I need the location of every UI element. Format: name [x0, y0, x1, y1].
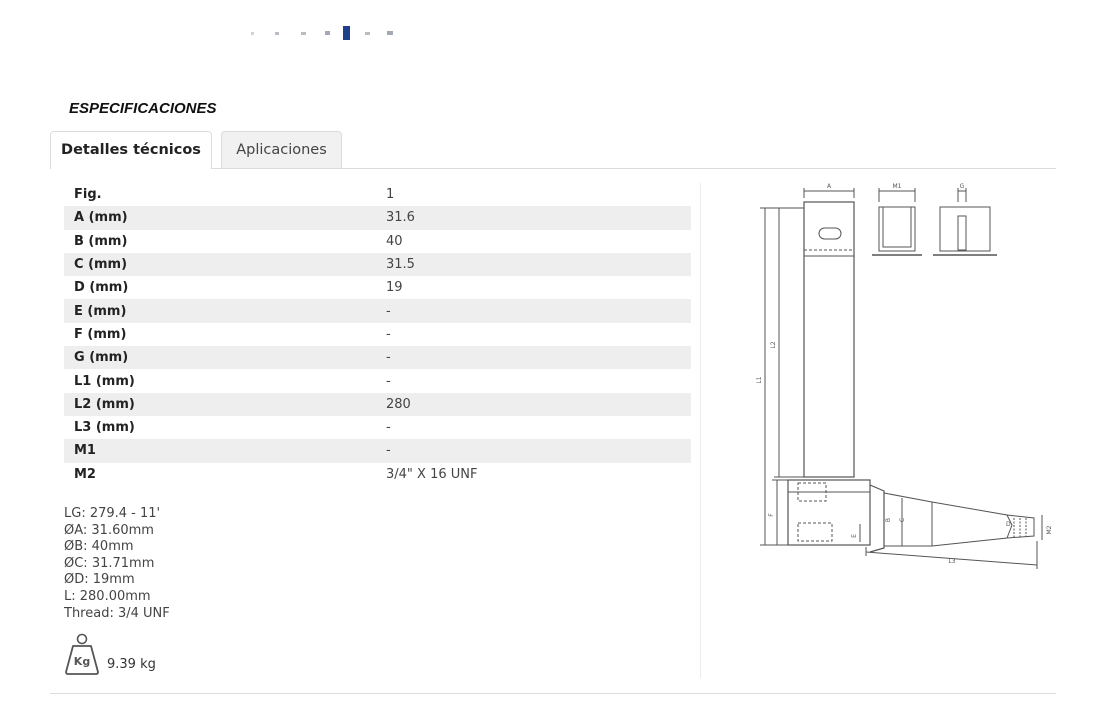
table-row: E (mm) -	[64, 299, 691, 323]
weight-info: Kg 9.39 kg	[64, 632, 184, 678]
dim-label-l1: L1	[756, 376, 763, 383]
spec-key: L3 (mm)	[74, 420, 135, 436]
header-logo-fragment	[251, 26, 393, 40]
weight-kg-icon: Kg	[65, 633, 99, 675]
spec-key: Fig.	[74, 187, 102, 203]
spec-key: G (mm)	[64, 346, 376, 370]
table-row: L1 (mm) -	[64, 369, 691, 392]
tab-detalles-tecnicos[interactable]: Detalles técnicos	[50, 131, 212, 169]
spec-value: -	[386, 373, 391, 389]
dim-label-m2: M2	[1046, 525, 1053, 534]
note-line: Thread: 3/4 UNF	[64, 605, 170, 621]
section-bottom-border	[50, 693, 1056, 694]
table-row: A (mm) 31.6	[64, 206, 691, 230]
spec-value: 3/4" X 16 UNF	[386, 466, 478, 482]
dim-label-l2: L2	[770, 341, 777, 348]
spec-value: 31.6	[376, 206, 691, 230]
spec-key: B (mm)	[74, 233, 128, 249]
spec-notes: LG: 279.4 - 11' ØA: 31.60mm ØB: 40mm ØC:…	[64, 506, 170, 622]
table-row: L2 (mm) 280	[64, 392, 691, 416]
spindle-technical-drawing: A M1 G L1 L2 F B C E D M2 L3	[756, 183, 1053, 569]
spec-value: -	[376, 346, 691, 370]
spec-key: L1 (mm)	[74, 373, 135, 389]
spec-value: 19	[386, 280, 403, 296]
table-row: F (mm) -	[64, 323, 691, 346]
spec-key: E (mm)	[64, 299, 376, 323]
spec-value: 31.5	[376, 252, 691, 277]
spec-value: 40	[386, 233, 403, 249]
table-row: B (mm) 40	[64, 230, 691, 253]
dim-label-g: G	[960, 183, 965, 190]
kg-icon-label: Kg	[74, 655, 90, 668]
tab-aplicaciones[interactable]: Aplicaciones	[221, 131, 342, 168]
table-row: D (mm) 19	[64, 276, 691, 299]
spec-key: M2	[74, 466, 96, 482]
weight-value: 9.39 kg	[107, 657, 156, 672]
table-row: L3 (mm) -	[64, 416, 691, 439]
table-row: Fig. 1	[64, 183, 691, 206]
spec-key: A (mm)	[64, 206, 376, 230]
note-line: L: 280.00mm	[64, 588, 151, 604]
table-row: M2 3/4" X 16 UNF	[64, 463, 691, 486]
spec-table: Fig. 1 A (mm) 31.6 B (mm) 40 C (mm) 31.5 D (…	[64, 183, 691, 486]
dim-label-b: B	[885, 518, 892, 522]
spec-key: M1	[64, 439, 376, 463]
spec-value: -	[386, 420, 391, 436]
spec-key: C (mm)	[64, 252, 376, 277]
spec-key: D (mm)	[74, 280, 129, 296]
spec-value: -	[376, 439, 691, 463]
dim-label-d: D	[1006, 521, 1011, 528]
note-line: LG: 279.4 - 11'	[64, 506, 161, 521]
table-row: G (mm) -	[64, 346, 691, 370]
spec-key: L2 (mm)	[64, 392, 376, 416]
spec-value: -	[386, 326, 391, 342]
dim-label-l3: L3	[948, 558, 955, 565]
dim-label-e: E	[851, 534, 858, 538]
spec-value: -	[376, 299, 691, 323]
table-row: M1-	[64, 439, 691, 463]
dim-label-a: A	[827, 183, 832, 190]
note-line: ØA: 31.60mm	[64, 522, 154, 538]
table-row: C (mm) 31.5	[64, 252, 691, 277]
dim-label-m1: M1	[893, 183, 902, 190]
note-line: ØD: 19mm	[64, 572, 135, 588]
spec-value: 280	[376, 392, 691, 416]
section-title: ESPECIFICACIONES	[69, 100, 217, 117]
spec-key: F (mm)	[74, 326, 127, 342]
dim-label-f: F	[768, 513, 775, 517]
note-line: ØC: 31.71mm	[64, 555, 155, 571]
dim-label-c: C	[899, 518, 906, 522]
spec-tabs: Detalles técnicos Aplicaciones	[50, 131, 1056, 169]
note-line: ØB: 40mm	[64, 539, 134, 555]
spec-value: 1	[386, 187, 395, 203]
column-divider	[700, 183, 701, 678]
